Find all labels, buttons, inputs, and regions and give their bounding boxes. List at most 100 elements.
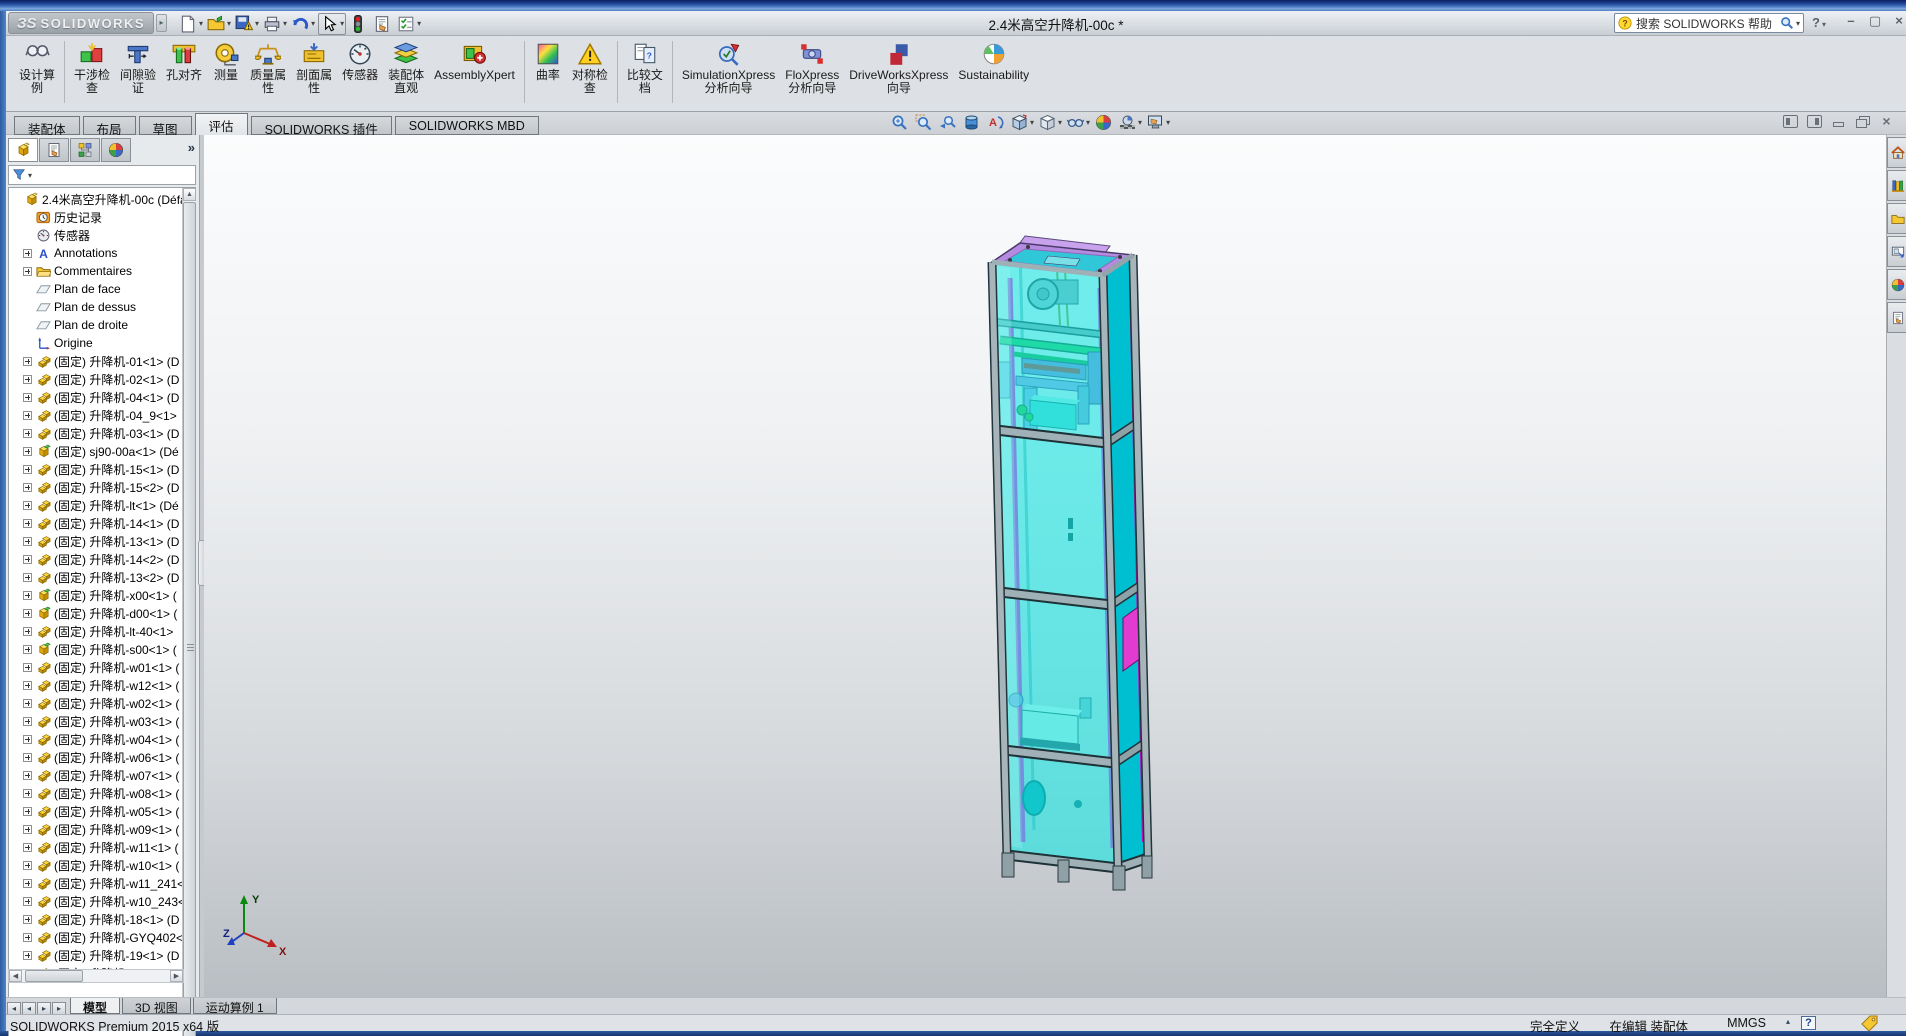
new-document-button[interactable]: ▾: [178, 14, 204, 34]
doc-close-button[interactable]: ×: [1879, 114, 1894, 128]
design-library-tab[interactable]: [1887, 170, 1906, 201]
tree-item[interactable]: (固定) 升降机-w03<1> (: [11, 712, 195, 730]
expand-toggle[interactable]: [23, 410, 32, 420]
expand-toggle[interactable]: [23, 842, 32, 852]
dropdown-caret[interactable]: ▾: [1058, 118, 1062, 127]
symmetry-check-button[interactable]: 对称检 查: [567, 40, 613, 96]
expand-toggle[interactable]: [23, 770, 32, 780]
panel-overflow-chevron[interactable]: »: [188, 140, 195, 155]
restore-button[interactable]: ▢: [1868, 13, 1882, 29]
print-button[interactable]: ▾: [262, 14, 288, 34]
tree-item[interactable]: (固定) 升降机-w02<1> (: [11, 694, 195, 712]
lift-tower-model[interactable]: [930, 230, 1190, 920]
tree-item[interactable]: (固定) 升降机-w11<1> (: [11, 838, 195, 856]
options-button[interactable]: ▾: [396, 14, 422, 34]
expand-toggle[interactable]: [23, 356, 32, 366]
scroll-left-arrow[interactable]: ◀: [9, 970, 22, 982]
file-properties-button[interactable]: [372, 14, 394, 34]
ribbon-separator[interactable]: [671, 41, 673, 103]
custom-properties-tab[interactable]: [1887, 302, 1906, 333]
simulationxpress-wizard-button[interactable]: SimulationXpress 分析向导: [677, 40, 780, 96]
measure-button[interactable]: 测量: [207, 40, 245, 83]
expand-toggle[interactable]: [23, 950, 32, 960]
expand-toggle[interactable]: [23, 752, 32, 762]
toggle-left-pane-button[interactable]: [1783, 115, 1798, 128]
tree-item[interactable]: Annotations: [11, 244, 195, 262]
tree-item[interactable]: 传感器: [11, 226, 195, 244]
view-settings-button[interactable]: ▾: [1146, 114, 1171, 131]
tree-item[interactable]: (固定) 升降机-GYQ402<: [11, 928, 195, 946]
tree-item[interactable]: Commentaires: [11, 262, 195, 280]
tree-item[interactable]: (固定) 升降机-13<2> (D: [11, 568, 195, 586]
display-style-button[interactable]: ▾: [1038, 114, 1063, 131]
expand-toggle[interactable]: [23, 554, 32, 564]
file-explorer-tab[interactable]: [1887, 203, 1906, 234]
view-orientation-button[interactable]: ▾: [1010, 114, 1035, 131]
tab-assembly[interactable]: 装配体: [14, 116, 80, 137]
tree-item[interactable]: (固定) sj90-00a<1> (Dé: [11, 442, 195, 460]
expand-toggle[interactable]: [23, 644, 32, 654]
tree-item[interactable]: (固定) 升降机-14<1> (D: [11, 514, 195, 532]
mass-properties-button[interactable]: 质量属 性: [245, 40, 291, 96]
scroll-up-arrow[interactable]: ▲: [183, 188, 196, 201]
dropdown-caret[interactable]: ▾: [311, 19, 315, 28]
ribbon-separator[interactable]: [523, 41, 525, 103]
dropdown-caret[interactable]: ▾: [199, 19, 203, 28]
dropdown-caret[interactable]: ▾: [340, 19, 344, 28]
doc-restore-button[interactable]: [1855, 115, 1870, 128]
rebuild-button[interactable]: [348, 14, 370, 34]
tree-item[interactable]: (固定) 升降机-14<2> (D: [11, 550, 195, 568]
tree-item[interactable]: (固定) 升降机-01<1> (D: [11, 352, 195, 370]
dropdown-caret[interactable]: ▾: [255, 19, 259, 28]
tab-solidworks-addins[interactable]: SOLIDWORKS 插件: [250, 116, 392, 137]
interference-detection-button[interactable]: 干涉检 查: [69, 40, 115, 96]
expand-toggle[interactable]: [23, 248, 32, 258]
tree-item[interactable]: (固定) 升降机-lt-40<1>: [11, 622, 195, 640]
3d-drawing-view-button[interactable]: [986, 114, 1007, 131]
dropdown-caret[interactable]: ▾: [1166, 118, 1170, 127]
tree-item[interactable]: (固定) 升降机-w07<1> (: [11, 766, 195, 784]
expand-toggle[interactable]: [23, 464, 32, 474]
expand-toggle[interactable]: [23, 698, 32, 708]
dropdown-caret[interactable]: ▾: [283, 19, 287, 28]
driveworksxpress-wizard-button[interactable]: DriveWorksXpress 向导: [844, 40, 953, 96]
tree-item[interactable]: (固定) 升降机-w12<1> (: [11, 676, 195, 694]
featuremanager-tab[interactable]: [8, 138, 38, 162]
scrollbar-thumb[interactable]: [25, 970, 83, 982]
expand-toggle[interactable]: [23, 680, 32, 690]
tree-item[interactable]: Plan de dessus: [11, 298, 195, 316]
tree-item[interactable]: (固定) 升降机-04<1> (D: [11, 388, 195, 406]
dropdown-caret[interactable]: ▾: [1030, 118, 1034, 127]
menu-expand-arrow[interactable]: ▸: [156, 14, 167, 32]
sustainability-button[interactable]: Sustainability: [953, 40, 1034, 83]
tree-item[interactable]: (固定) 升降机-15<2> (D: [11, 478, 195, 496]
expand-toggle[interactable]: [23, 266, 32, 276]
expand-toggle[interactable]: [23, 896, 32, 906]
unit-system-text[interactable]: MMGS: [1727, 1016, 1766, 1030]
quick-tips-button[interactable]: ?: [1801, 1016, 1816, 1030]
model-tab[interactable]: 模型: [70, 998, 121, 1015]
search-icon[interactable]: [1780, 16, 1794, 30]
save-button[interactable]: ▾: [234, 14, 260, 34]
tree-item[interactable]: 2.4米高空升降机-00c (Défa: [11, 190, 195, 208]
tab-layout[interactable]: 布局: [82, 116, 136, 137]
expand-toggle[interactable]: [23, 806, 32, 816]
hide-show-items-button[interactable]: ▾: [1066, 114, 1091, 131]
tree-item[interactable]: (固定) 升降机-w06<1> (: [11, 748, 195, 766]
toggle-right-pane-button[interactable]: [1807, 115, 1822, 128]
tree-item[interactable]: Origine: [11, 334, 195, 352]
expand-toggle[interactable]: [23, 428, 32, 438]
tree-item[interactable]: (固定) 升降机-19<1> (D: [11, 946, 195, 964]
filter-caret[interactable]: ▾: [28, 171, 32, 180]
open-button[interactable]: ▾: [206, 14, 232, 34]
solidworks-resources-tab[interactable]: [1887, 137, 1906, 168]
tree-item[interactable]: Plan de face: [11, 280, 195, 298]
dropdown-caret[interactable]: ▾: [1138, 118, 1142, 127]
tree-item[interactable]: (固定) 升降机-w08<1> (: [11, 784, 195, 802]
expand-toggle[interactable]: [23, 374, 32, 384]
graphics-viewport[interactable]: Y X Z: [204, 135, 1886, 997]
dropdown-caret[interactable]: ▾: [1086, 118, 1090, 127]
doc-minimize-button[interactable]: [1831, 115, 1846, 128]
scroll-right-arrow[interactable]: ▶: [170, 970, 183, 982]
tree-horizontal-scrollbar[interactable]: ◀ ▶: [8, 969, 184, 983]
